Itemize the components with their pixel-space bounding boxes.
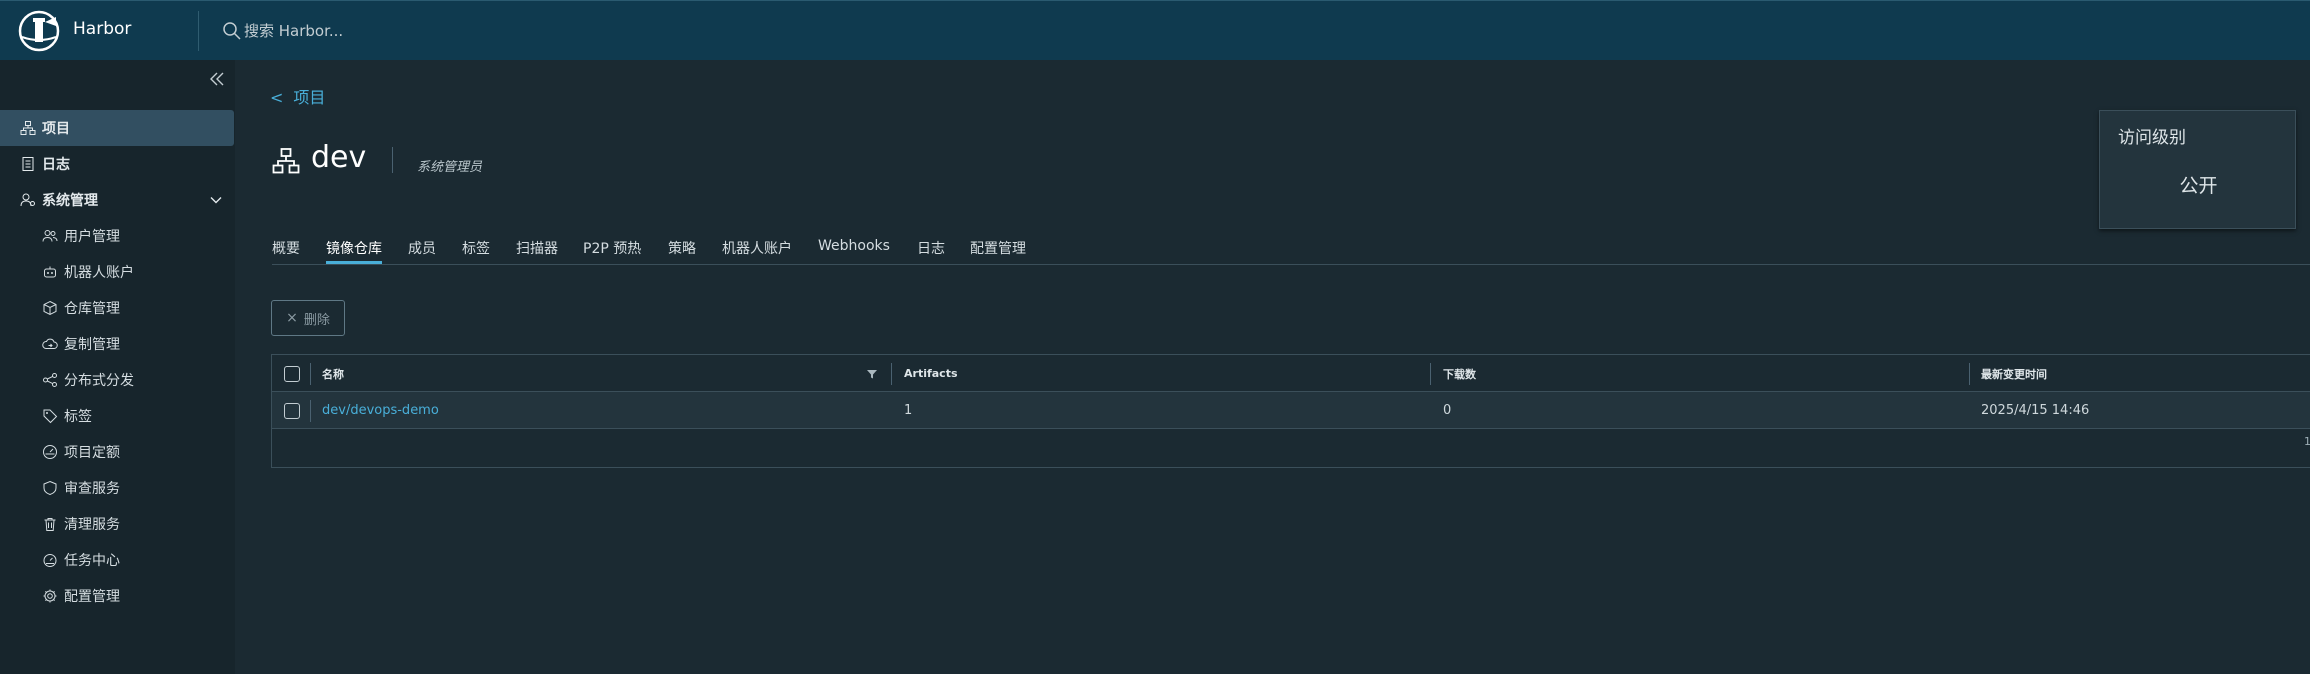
column-header-artifacts[interactable]: Artifacts — [904, 355, 958, 392]
sidebar-item-label: 配置管理 — [64, 589, 120, 605]
delete-button-label: 删除 — [303, 312, 330, 328]
sidebar-item-users[interactable]: 用户管理 — [0, 218, 235, 254]
column-divider — [310, 363, 311, 385]
table-row[interactable]: dev/devops-demo 1 0 2025/4/15 14:46 — [272, 392, 2310, 429]
artifacts-count: 1 — [904, 403, 913, 418]
access-level-card: 访问级别 公开 — [2099, 110, 2296, 229]
app-title: Harbor — [73, 19, 132, 39]
downloads-count: 0 — [1443, 403, 1452, 418]
tab-policy[interactable]: 策略 — [668, 238, 696, 264]
access-level-value: 公开 — [2179, 175, 2218, 197]
sidebar-item-projects[interactable]: 项目 — [0, 110, 234, 146]
title-divider — [392, 147, 393, 173]
page-title: dev — [311, 140, 367, 175]
admin-icon — [20, 192, 36, 208]
project-role: 系统管理员 — [417, 160, 483, 175]
sidebar-item-robot-accounts[interactable]: 机器人账户 — [0, 254, 235, 290]
distribution-icon — [42, 372, 58, 388]
column-divider[interactable] — [1430, 363, 1431, 385]
replication-icon — [42, 336, 58, 352]
sidebar-item-label: 复制管理 — [64, 337, 120, 353]
project-icon — [272, 148, 300, 174]
tab-scanner[interactable]: 扫描器 — [516, 238, 558, 264]
tab-logs[interactable]: 日志 — [917, 238, 945, 264]
tab-p2p-preheat[interactable]: P2P 预热 — [583, 238, 641, 264]
sidebar-item-label: 仓库管理 — [64, 301, 120, 317]
tag-icon — [42, 408, 58, 424]
column-divider[interactable] — [891, 363, 892, 385]
sidebar-item-label: 用户管理 — [64, 229, 120, 245]
sidebar-item-job-service[interactable]: 任务中心 — [0, 542, 235, 578]
chevron-down-icon[interactable] — [209, 193, 223, 207]
filter-icon[interactable] — [866, 368, 878, 380]
last-modified-time: 2025/4/15 14:46 — [1981, 403, 2090, 418]
log-icon — [20, 156, 36, 172]
trash-icon — [42, 516, 58, 532]
sidebar-item-label: 审查服务 — [64, 481, 120, 497]
gear-icon — [42, 588, 58, 604]
sidebar-item-configuration[interactable]: 配置管理 — [0, 578, 235, 614]
search-icon — [223, 22, 241, 40]
column-header-last-modified[interactable]: 最新变更时间 — [1981, 355, 2047, 392]
tab-summary[interactable]: 概要 — [272, 238, 300, 264]
sidebar-item-label: 任务中心 — [64, 553, 120, 569]
access-level-label: 访问级别 — [2118, 128, 2186, 148]
sidebar-item-system-admin[interactable]: 系统管理 — [0, 182, 235, 218]
row-select-cell — [284, 392, 300, 429]
search-input[interactable] — [244, 22, 504, 40]
column-divider[interactable] — [1969, 363, 1970, 385]
delete-button[interactable]: × 删除 — [271, 300, 345, 336]
top-header: Harbor — [0, 0, 2310, 60]
project-icon — [20, 120, 36, 136]
sidebar-item-interrogation[interactable]: 审查服务 — [0, 470, 235, 506]
sidebar: 项目 日志 系统管理 用户管理 机器人账户 仓库管理 复制管理 分布式分发 标签 — [0, 60, 235, 674]
tab-members[interactable]: 成员 — [408, 238, 436, 264]
quota-icon — [42, 444, 58, 460]
sidebar-item-label: 项目 — [42, 121, 70, 137]
sidebar-item-label: 系统管理 — [42, 193, 98, 209]
sidebar-item-distributions[interactable]: 分布式分发 — [0, 362, 235, 398]
repository-table: 名称 Artifacts 下载数 最新变更时间 dev/devops-demo … — [271, 354, 2310, 468]
breadcrumb-projects-link[interactable]: 项目 — [293, 88, 325, 107]
column-divider — [310, 400, 311, 422]
select-all-checkbox[interactable] — [284, 365, 300, 382]
sidebar-item-registries[interactable]: 仓库管理 — [0, 290, 235, 326]
sidebar-item-logs[interactable]: 日志 — [0, 146, 235, 182]
tab-webhooks[interactable]: Webhooks — [818, 238, 890, 264]
tab-configuration[interactable]: 配置管理 — [970, 238, 1026, 264]
collapse-sidebar-icon[interactable] — [208, 70, 226, 88]
registry-icon — [42, 300, 58, 316]
column-header-downloads[interactable]: 下载数 — [1443, 355, 1476, 392]
sidebar-item-replications[interactable]: 复制管理 — [0, 326, 235, 362]
row-checkbox[interactable] — [284, 402, 300, 419]
table-header: 名称 Artifacts 下载数 最新变更时间 — [272, 355, 2310, 392]
breadcrumb[interactable]: < 项目 — [270, 84, 325, 108]
users-icon — [42, 228, 58, 244]
project-tabs: 概要 镜像仓库 成员 标签 扫描器 P2P 预热 策略 机器人账户 Webhoo… — [272, 236, 2310, 265]
sidebar-item-label: 分布式分发 — [64, 373, 134, 389]
shield-icon — [42, 480, 58, 496]
sidebar-item-label: 日志 — [42, 157, 70, 173]
global-search[interactable] — [222, 20, 504, 42]
sidebar-item-label: 标签 — [64, 409, 92, 425]
sidebar-item-label: 清理服务 — [64, 517, 120, 533]
sidebar-item-label: 项目定额 — [64, 445, 120, 461]
table-footer-count: 1 — [2304, 435, 2310, 448]
breadcrumb-arrow: < — [270, 88, 284, 107]
job-icon — [42, 552, 58, 568]
tab-labels[interactable]: 标签 — [462, 238, 490, 264]
sidebar-item-project-quotas[interactable]: 项目定额 — [0, 434, 235, 470]
column-header-name[interactable]: 名称 — [322, 355, 344, 392]
close-icon: × — [286, 310, 298, 326]
select-all-cell — [284, 355, 300, 392]
sidebar-item-label: 机器人账户 — [64, 265, 134, 281]
harbor-logo-icon[interactable] — [18, 10, 60, 52]
robot-icon — [42, 264, 58, 280]
repository-name-link[interactable]: dev/devops-demo — [322, 392, 439, 429]
sidebar-item-clean-up[interactable]: 清理服务 — [0, 506, 235, 542]
tab-repositories[interactable]: 镜像仓库 — [326, 238, 382, 264]
tab-robot-accounts[interactable]: 机器人账户 — [722, 238, 792, 264]
sidebar-item-labels[interactable]: 标签 — [0, 398, 235, 434]
header-divider — [198, 11, 199, 51]
